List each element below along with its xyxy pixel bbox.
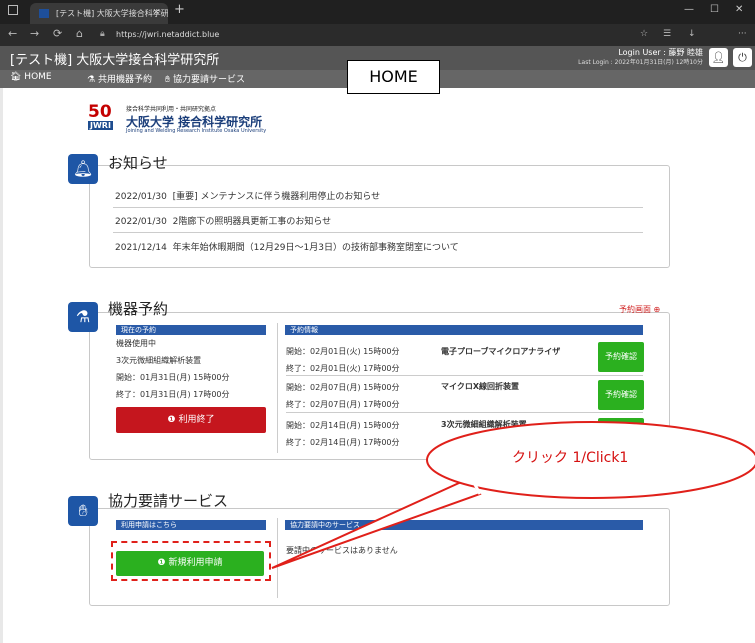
divider bbox=[277, 323, 278, 453]
minimize-icon[interactable]: — bbox=[684, 4, 694, 15]
microscope-icon: ⚗ bbox=[68, 302, 98, 332]
divider bbox=[286, 375, 643, 376]
news-item[interactable]: 2022/01/30 [重要] メンテナンスに伴う機器利用停止のお知らせ bbox=[115, 189, 380, 202]
reserve-link-label: 予約画面 bbox=[619, 305, 651, 314]
tab-title: [テスト機] 大阪大学接合科学研究 bbox=[56, 9, 168, 18]
empty-services-text: 要請中のサービスはありません bbox=[286, 546, 398, 555]
reservation-device: マイクロX線回折装置 bbox=[441, 382, 520, 391]
divider bbox=[277, 518, 278, 598]
home-callout-annotation: HOME bbox=[347, 60, 440, 94]
window-menu-icon[interactable] bbox=[8, 5, 18, 15]
current-start: 開始：01月31日(月) 15時00分 bbox=[116, 373, 230, 382]
logo-line1: 接合科学共同利用・共同研究拠点 bbox=[126, 106, 217, 113]
news-text: 2階廊下の照明器具更新工事のお知らせ bbox=[172, 217, 332, 227]
news-title: お知らせ bbox=[108, 154, 168, 172]
click-callout-text: クリック 1/Click1 bbox=[512, 450, 629, 466]
user-settings-icon[interactable]: 👤︎ bbox=[709, 48, 728, 67]
microscope-icon: ⚗ bbox=[87, 75, 98, 85]
current-device: 3次元微細組織解析装置 bbox=[116, 356, 202, 365]
logo-number: 50 bbox=[88, 102, 112, 122]
last-login: Last Login : 2022年01月31日(月) 12時10分 bbox=[578, 59, 703, 66]
browser-tab[interactable]: [テスト機] 大阪大学接合科学研究 ✕ bbox=[30, 3, 168, 24]
url-field[interactable]: 🔒︎ https://jwri.netaddict.blue bbox=[98, 26, 618, 43]
cooperation-title: 協力要請サービス bbox=[108, 492, 229, 510]
refresh-icon[interactable]: ⟳ bbox=[53, 27, 62, 40]
home-icon[interactable]: ⌂ bbox=[76, 27, 83, 40]
reservation-end: 終了：02月14日(月) 17時00分 bbox=[286, 438, 400, 447]
login-user: Login User : 藤野 睦雄 bbox=[618, 48, 703, 57]
favicon-icon bbox=[39, 9, 49, 18]
equipment-title: 機器予約 bbox=[108, 300, 169, 318]
menu-cooperation-label: 協力要請サービス bbox=[173, 75, 246, 85]
inuse-header: 協力要請中のサービス bbox=[285, 520, 643, 530]
news-date: 2022/01/30 bbox=[115, 217, 167, 227]
login-info: Login User : 藤野 睦雄 Last Login : 2022年01月… bbox=[578, 48, 703, 68]
close-tab-icon[interactable]: ✕ bbox=[152, 3, 160, 24]
news-date: 2021/12/14 bbox=[115, 243, 167, 253]
download-icon[interactable]: ↓ bbox=[688, 29, 696, 39]
menu-equipment-label: 共用機器予約 bbox=[97, 75, 152, 85]
institute-logo: 50 JWRI 接合科学共同利用・共同研究拠点 大阪大学 接合科学研究所 Joi… bbox=[88, 102, 288, 138]
bell-icon: 🔔︎ bbox=[68, 154, 98, 184]
favorite-icon[interactable]: ☆ bbox=[640, 29, 648, 39]
reservation-device: 電子プローブマイクロアナライザ bbox=[441, 347, 561, 356]
reservation-end: 終了：02月07日(月) 17時00分 bbox=[286, 400, 400, 409]
news-text: 年末年始休暇期間（12月29日～1月3日）の技術部事務室閉室について bbox=[172, 243, 459, 253]
reservation-start: 開始：02月07日(月) 15時00分 bbox=[286, 383, 400, 392]
current-reservation-header: 現在の予約 bbox=[116, 325, 266, 335]
tab-bar: [テスト機] 大阪大学接合科学研究 ✕ + — ☐ ✕ bbox=[0, 0, 755, 24]
handshake-icon: ✋︎ bbox=[68, 496, 98, 526]
news-text: [重要] メンテナンスに伴う機器利用停止のお知らせ bbox=[172, 192, 381, 202]
alert-icon: ❶ bbox=[167, 415, 179, 425]
collections-icon[interactable]: ☰ bbox=[663, 29, 671, 39]
site-title: [テスト機] 大阪大学接合科学研究所 bbox=[10, 53, 220, 68]
reservation-start: 開始：02月14日(月) 15時00分 bbox=[286, 421, 400, 430]
logo-mark: JWRI bbox=[88, 121, 113, 130]
reservation-end: 終了：02月01日(火) 17時00分 bbox=[286, 364, 400, 373]
confirm-reservation-button[interactable]: 予約確認 bbox=[598, 380, 644, 410]
end-button-label: 利用終了 bbox=[178, 415, 215, 425]
current-status: 機器使用中 bbox=[116, 339, 156, 348]
logout-icon[interactable]: ⏻ bbox=[733, 48, 752, 67]
back-icon[interactable]: ← bbox=[8, 27, 17, 40]
browser-chrome: [テスト機] 大阪大学接合科学研究 ✕ + — ☐ ✕ ← → ⟳ ⌂ 🔒︎ h… bbox=[0, 0, 755, 64]
news-item[interactable]: 2022/01/30 2階廊下の照明器具更新工事のお知らせ bbox=[115, 214, 331, 227]
handshake-icon: ✋︎ bbox=[165, 75, 173, 85]
menu-cooperation[interactable]: ✋︎ 協力要請サービス bbox=[165, 72, 245, 85]
divider bbox=[113, 207, 643, 208]
divider bbox=[113, 232, 643, 233]
reserve-screen-link[interactable]: 予約画面 ⊕ bbox=[619, 304, 660, 315]
end-use-button[interactable]: ❶ 利用終了 bbox=[116, 407, 266, 433]
confirm-reservation-button[interactable] bbox=[598, 418, 644, 430]
maximize-icon[interactable]: ☐ bbox=[710, 4, 719, 15]
arrow-circle-icon: ⊕ bbox=[653, 305, 661, 314]
divider bbox=[286, 412, 643, 413]
reservation-start: 開始：02月01日(火) 15時00分 bbox=[286, 347, 400, 356]
menu-home-label: HOME bbox=[24, 72, 52, 82]
new-tab-icon[interactable]: + bbox=[174, 2, 185, 17]
lock-icon: 🔒︎ bbox=[100, 29, 105, 39]
menu-home[interactable]: 🏠︎ HOME bbox=[10, 72, 52, 82]
current-end: 終了：01月31日(月) 17時00分 bbox=[116, 390, 230, 399]
news-item[interactable]: 2021/12/14 年末年始休暇期間（12月29日～1月3日）の技術部事務室閉… bbox=[115, 240, 459, 253]
forward-icon[interactable]: → bbox=[30, 27, 39, 40]
home-icon: 🏠︎ bbox=[10, 72, 25, 82]
confirm-reservation-button[interactable]: 予約確認 bbox=[598, 342, 644, 372]
logo-line3: Joining and Welding Research Institute O… bbox=[126, 128, 267, 134]
menu-equipment[interactable]: ⚗ 共用機器予約 bbox=[87, 72, 152, 85]
reservations-header: 予約情報 bbox=[285, 325, 643, 335]
url-text: https://jwri.netaddict.blue bbox=[116, 30, 220, 39]
window-close-icon[interactable]: ✕ bbox=[735, 4, 743, 15]
highlight-box-annotation bbox=[111, 541, 271, 581]
news-date: 2022/01/30 bbox=[115, 192, 167, 202]
apply-header: 利用申請はこちら bbox=[116, 520, 266, 530]
more-icon[interactable]: ··· bbox=[738, 29, 747, 39]
address-bar-row: ← → ⟳ ⌂ 🔒︎ https://jwri.netaddict.blue ☆… bbox=[0, 24, 755, 64]
reservation-device: 3次元微細組織解析装置 bbox=[441, 420, 527, 429]
